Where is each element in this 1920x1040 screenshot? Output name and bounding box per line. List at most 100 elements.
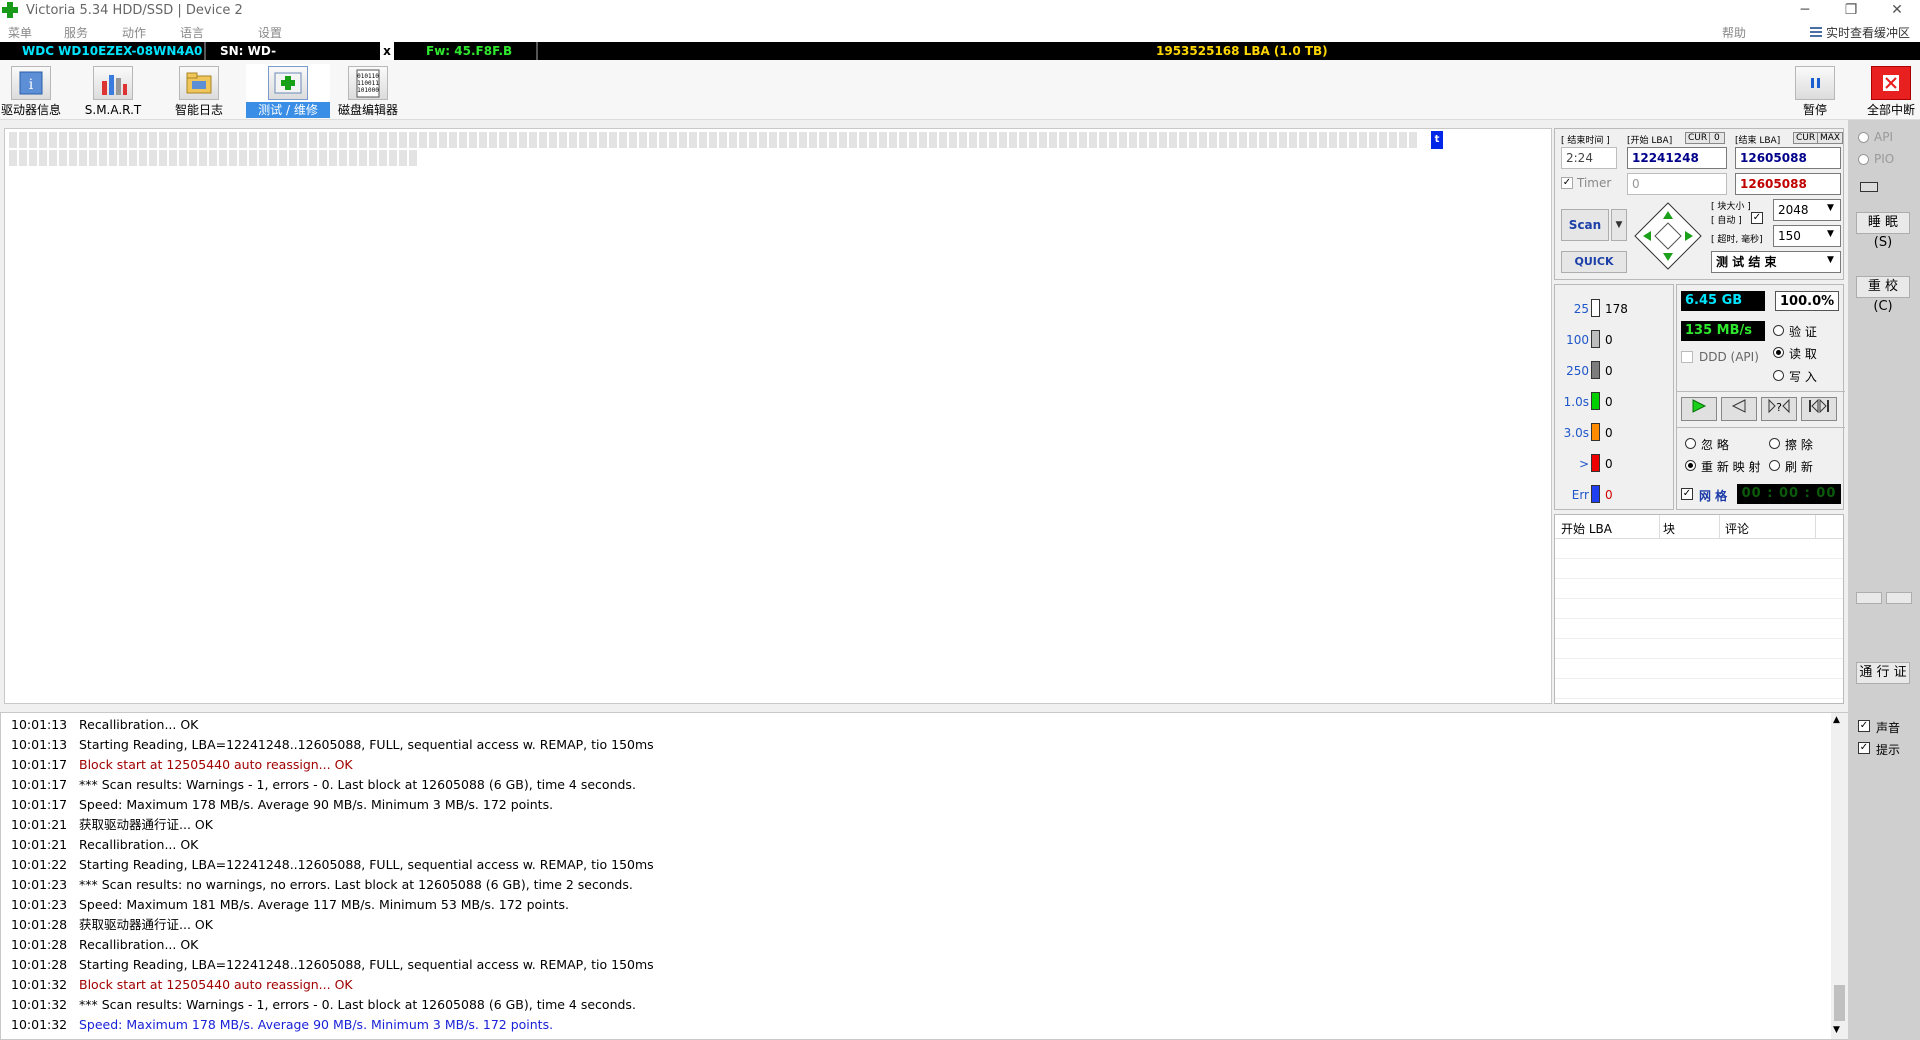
map-block [789, 132, 797, 148]
map-block [1179, 132, 1187, 148]
info-divider [536, 42, 538, 60]
scroll-up-icon[interactable]: ▲ [1833, 715, 1840, 725]
menu-action[interactable]: 动作 [122, 24, 146, 41]
smart-button[interactable]: S.M.A.R.T [80, 64, 146, 118]
start-cur-button[interactable]: CUR [1685, 132, 1711, 144]
map-block [599, 132, 607, 148]
hints-checkbox[interactable]: ✓ [1858, 742, 1870, 754]
rewind-icon[interactable] [1721, 397, 1757, 421]
map-block [129, 132, 137, 148]
map-block [759, 132, 767, 148]
smart-chart-icon [93, 66, 133, 100]
restore-button[interactable]: ❐ [1828, 0, 1874, 22]
map-block [959, 132, 967, 148]
read-radio[interactable] [1773, 347, 1784, 358]
map-block [159, 132, 167, 148]
log-scrollbar[interactable]: ▲ ▼ [1831, 713, 1848, 1039]
end-lba-max-input[interactable]: 12605088 [1735, 173, 1841, 195]
map-block [89, 150, 97, 166]
scroll-thumb[interactable] [1834, 985, 1845, 1021]
start-zero-button[interactable]: 0 [1709, 132, 1725, 144]
timer-input[interactable]: 0 [1627, 173, 1727, 195]
end-max-button[interactable]: MAX [1817, 132, 1844, 144]
abort-all-button[interactable]: 全部中断 [1864, 64, 1918, 118]
recalibrate-button[interactable]: 重 校 (C) [1856, 276, 1910, 314]
disk-editor-button[interactable]: 010110 110011 101000 磁盘编辑器 [336, 64, 400, 118]
auto-checkbox[interactable]: ✓ [1751, 212, 1763, 224]
sound-checkbox[interactable]: ✓ [1858, 720, 1870, 732]
direction-pad[interactable] [1633, 201, 1703, 271]
map-block [229, 150, 237, 166]
log-entry: 10:01:32 *** Scan results: Warnings - 1, … [11, 995, 636, 1015]
map-block [259, 132, 267, 148]
legend-threshold: 25 [1573, 302, 1589, 316]
log-text: *** Scan results: Warnings - 1, errors -… [79, 997, 636, 1012]
end-lba-input[interactable]: 12605088 [1735, 147, 1841, 169]
log-time: 10:01:32 [11, 977, 68, 992]
col-block[interactable]: 块 [1663, 520, 1675, 537]
refresh-radio[interactable] [1769, 460, 1780, 471]
map-block [1309, 132, 1317, 148]
map-block [619, 132, 627, 148]
col-start-lba[interactable]: 开始 LBA [1561, 520, 1612, 537]
menu-settings[interactable]: 设置 [258, 24, 282, 41]
drive-toggle-icon[interactable] [1860, 182, 1878, 192]
small-button-left[interactable] [1856, 592, 1882, 604]
menu-help[interactable]: 帮助 [1722, 24, 1746, 41]
pio-radio[interactable] [1858, 154, 1869, 165]
col-comment[interactable]: 评论 [1725, 520, 1749, 537]
map-block [739, 132, 747, 148]
drive-info-button[interactable]: i 驱动器信息 [0, 64, 62, 118]
log-entry: 10:01:21 Recallibration... OK [11, 835, 198, 855]
grid-checkbox[interactable]: ✓ [1681, 488, 1693, 500]
remap-radio[interactable] [1685, 460, 1696, 471]
sleep-button[interactable]: 睡 眠 (S) [1856, 212, 1910, 250]
pause-button[interactable]: 暂停 [1792, 64, 1838, 118]
api-radio[interactable] [1858, 132, 1869, 143]
ddd-api-checkbox[interactable] [1681, 351, 1693, 363]
test-repair-button[interactable]: 测试 / 维修 [246, 64, 330, 118]
scroll-down-icon[interactable]: ▼ [1833, 1025, 1840, 1035]
map-block [509, 132, 517, 148]
erase-radio[interactable] [1769, 438, 1780, 449]
timer-checkbox[interactable]: ✓ [1561, 177, 1573, 189]
chevron-down-icon: ▼ [1827, 229, 1834, 239]
ignore-radio[interactable] [1685, 438, 1696, 449]
event-log[interactable]: 10:01:13 Recallibration... OK 10:01:13 Star… [0, 712, 1848, 1040]
close-device-button[interactable]: x [380, 42, 394, 60]
seek-question-icon[interactable]: ? [1761, 397, 1797, 421]
live-buffer-link[interactable]: 实时查看缓冲区 [1826, 24, 1910, 41]
passport-button[interactable]: 通 行 证 [1856, 662, 1910, 684]
end-time-spinner[interactable]: 2:24 [1561, 147, 1617, 169]
menu-service[interactable]: 服务 [64, 24, 88, 41]
skip-end-icon[interactable] [1801, 397, 1837, 421]
map-block [169, 132, 177, 148]
legend-count: 0 [1605, 488, 1613, 502]
play-icon[interactable] [1681, 397, 1717, 421]
write-radio[interactable] [1773, 370, 1784, 381]
smart-log-button[interactable]: 智能日志 [168, 64, 230, 118]
map-block [229, 132, 237, 148]
map-block [369, 132, 377, 148]
menu-main[interactable]: 菜单 [8, 24, 32, 41]
minimize-button[interactable]: ─ [1782, 0, 1828, 22]
small-button-right[interactable] [1886, 592, 1912, 604]
map-block [1379, 132, 1387, 148]
log-entry: 10:01:23 Speed: Maximum 181 MB/s. Average… [11, 895, 569, 915]
end-action-select[interactable]: 测 试 结 束 [1711, 251, 1841, 273]
map-block [1159, 132, 1167, 148]
start-lba-input[interactable]: 12241248 [1627, 147, 1727, 169]
scan-dropdown[interactable]: ▼ [1611, 209, 1627, 241]
verify-radio[interactable] [1773, 325, 1784, 336]
log-time: 10:01:28 [11, 917, 68, 932]
quick-button[interactable]: QUICK [1561, 251, 1627, 273]
end-cur-button[interactable]: CUR [1793, 132, 1819, 144]
close-button[interactable]: ✕ [1874, 0, 1920, 22]
scan-button[interactable]: Scan [1561, 209, 1609, 241]
legend-color-swatch [1591, 330, 1600, 348]
menu-language[interactable]: 语言 [180, 24, 204, 41]
map-block [39, 132, 47, 148]
log-entry: 10:01:17 *** Scan results: Warnings - 1, … [11, 775, 636, 795]
map-block [489, 132, 497, 148]
map-block [269, 150, 277, 166]
